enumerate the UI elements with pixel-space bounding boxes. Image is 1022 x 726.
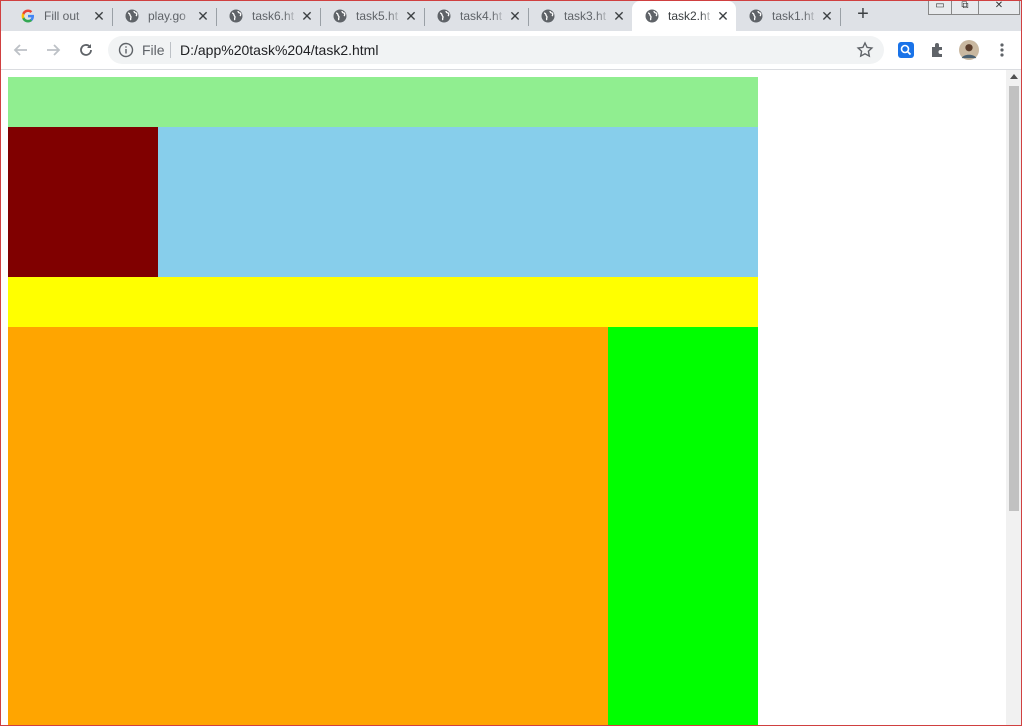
sky-blue-band [8,127,758,277]
kebab-menu-icon [1000,43,1004,57]
yellow-band [8,277,758,327]
globe-icon [749,9,763,23]
tab-task3[interactable]: task3.ht ✕ [528,1,632,31]
tab-fill-out[interactable]: Fill out ✕ [8,1,112,31]
tab-strip: Fill out ✕ play.go ✕ task6.ht ✕ task5.ht… [0,0,1022,31]
tab-separator [840,8,841,26]
scrollbar-thumb[interactable] [1009,86,1019,511]
browser-toolbar: File D:/app%20task%204/task2.html [0,31,1022,70]
extensions-button[interactable] [928,40,948,60]
tab-title: task2.ht [668,9,714,23]
close-window-button[interactable]: ✕ [978,0,1020,15]
tab-title: task6.ht [252,9,298,23]
tab-play[interactable]: play.go ✕ [112,1,216,31]
globe-icon [333,9,347,23]
close-icon[interactable]: ✕ [820,8,834,24]
menu-button[interactable] [992,40,1012,60]
scroll-up-arrow[interactable] [1010,74,1018,79]
tab-task6[interactable]: task6.ht ✕ [216,1,320,31]
url-text[interactable]: D:/app%20task%204/task2.html [180,42,378,58]
arrow-left-icon [13,44,27,56]
tab-task1[interactable]: task1.ht ✕ [736,1,840,31]
globe-icon [125,9,139,23]
orange-block [8,327,608,726]
tab-task4[interactable]: task4.ht ✕ [424,1,528,31]
bottom-section [8,327,758,726]
browser-window: Fill out ✕ play.go ✕ task6.ht ✕ task5.ht… [0,0,1022,726]
tab-task2-active[interactable]: task2.ht ✕ [632,1,736,31]
lime-green-column [608,327,758,726]
tab-title: task5.ht [356,9,402,23]
close-icon[interactable]: ✕ [92,8,106,24]
close-icon[interactable]: ✕ [612,8,626,24]
close-icon[interactable]: ✕ [404,8,418,24]
divider [170,42,171,58]
scheme-label: File [142,42,165,58]
reload-icon [80,44,92,56]
search-icon [898,42,914,58]
close-icon[interactable]: ✕ [508,8,522,24]
back-button[interactable] [11,40,31,60]
vertical-scrollbar[interactable] [1006,70,1022,726]
info-icon[interactable] [118,42,134,58]
tab-title: task3.ht [564,9,610,23]
tab-task5[interactable]: task5.ht ✕ [320,1,424,31]
globe-icon [645,9,659,23]
tab-title: task4.ht [460,9,506,23]
search-extension-button[interactable] [896,40,916,60]
light-green-band [8,77,758,127]
profile-avatar-button[interactable] [959,40,979,60]
arrow-right-icon [47,44,61,56]
star-icon[interactable] [856,41,874,59]
page-viewport [0,70,1006,726]
close-icon[interactable]: ✕ [300,8,314,24]
minimize-button[interactable]: ▭ [928,0,952,15]
close-icon[interactable]: ✕ [196,8,210,24]
new-tab-button[interactable]: + [853,4,873,25]
forward-button[interactable] [43,40,63,60]
avatar [959,40,979,60]
puzzle-icon [932,43,942,57]
tab-title: Fill out [44,9,90,23]
tab-title: task1.ht [772,9,818,23]
reload-button[interactable] [76,40,96,60]
restore-button[interactable]: ⧉ [951,0,979,15]
globe-icon [437,9,451,23]
google-icon [21,9,35,23]
close-icon[interactable]: ✕ [716,8,730,24]
tab-title: play.go [148,9,194,23]
globe-icon [541,9,555,23]
address-bar[interactable]: File D:/app%20task%204/task2.html [108,36,884,64]
maroon-square [8,127,158,277]
globe-icon [229,9,243,23]
